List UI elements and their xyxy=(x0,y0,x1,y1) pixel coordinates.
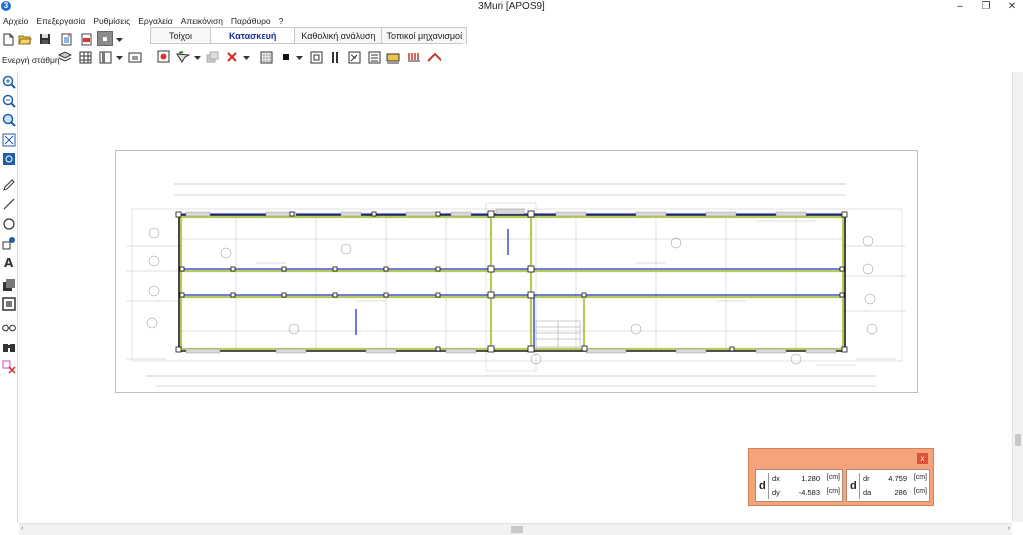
svg-text:A: A xyxy=(4,256,14,269)
edit-shape-icon[interactable] xyxy=(347,50,361,64)
pencil-tool-icon[interactable] xyxy=(2,178,16,192)
node-point-icon[interactable] xyxy=(279,50,293,64)
delete-icon[interactable] xyxy=(225,50,239,64)
tab-structure[interactable]: Κατασκευή xyxy=(210,27,296,44)
horizontal-scrollbar[interactable]: ‹ › xyxy=(19,523,1012,535)
menu-edit[interactable]: Επεξεργασία xyxy=(36,16,85,26)
tab-local-mechanisms[interactable]: Τοπικοί μηχανισμοί xyxy=(381,27,468,44)
copy-disabled-icon[interactable] xyxy=(205,50,219,64)
window-title: 3Muri [APOS9] xyxy=(478,1,545,12)
menu-view[interactable]: Απεικόνιση xyxy=(181,16,223,26)
dropdown-arrow-icon[interactable] xyxy=(114,33,124,47)
horizontal-scroll-thumb[interactable] xyxy=(511,526,523,533)
active-layer-label: Ενεργή στάθμη xyxy=(2,55,60,65)
frame-icon[interactable] xyxy=(309,50,323,64)
pick-dropdown-icon[interactable] xyxy=(192,51,202,65)
tab-walls[interactable]: Τοίχοι xyxy=(150,27,212,44)
node-dropdown-icon[interactable] xyxy=(294,51,304,65)
delta-glyph: d xyxy=(850,480,857,492)
delta-glyph: d xyxy=(759,480,766,492)
tab-divider xyxy=(150,43,463,44)
stair-icon[interactable] xyxy=(367,50,381,64)
remove-selection-icon[interactable] xyxy=(2,360,16,374)
new-file-icon[interactable] xyxy=(1,32,15,46)
restore-button[interactable]: ❐ xyxy=(979,1,993,13)
save-icon[interactable] xyxy=(38,32,52,46)
layer-stack-icon[interactable] xyxy=(2,278,16,292)
dy-value: -4.583 xyxy=(798,488,820,497)
column-element-icon[interactable] xyxy=(328,50,342,64)
layers-icon[interactable] xyxy=(58,50,72,64)
dx-unit: [cm] xyxy=(826,474,840,481)
grid-table-icon[interactable] xyxy=(78,50,92,64)
zoom-extents-icon[interactable] xyxy=(2,133,16,147)
menu-window[interactable]: Παράθυρο xyxy=(231,16,271,26)
menu-settings[interactable]: Ρυθμίσεις xyxy=(93,16,130,26)
foundation-icon[interactable] xyxy=(407,50,421,64)
floor-plan-drawing xyxy=(126,183,906,387)
close-window-button[interactable]: ✕ xyxy=(1005,1,1019,13)
screen-capture-icon[interactable] xyxy=(128,50,142,64)
element-insert-icon[interactable] xyxy=(156,49,170,63)
menu-tools[interactable]: Εργαλεία xyxy=(138,16,173,26)
menu-file[interactable]: Αρχείο xyxy=(3,16,28,26)
new-document-icon[interactable] xyxy=(59,32,73,46)
vertical-scroll-thumb[interactable] xyxy=(1015,434,1021,446)
zoom-out-icon[interactable] xyxy=(2,94,16,108)
text-tool-icon[interactable]: A xyxy=(2,255,16,269)
hatch-grid-icon[interactable] xyxy=(259,50,273,64)
da-value: 286 xyxy=(894,488,907,497)
shape-tool-icon[interactable] xyxy=(2,236,16,250)
dr-unit: [cm] xyxy=(913,474,927,481)
pdf-export-icon[interactable] xyxy=(79,32,93,46)
menu-help[interactable]: ? xyxy=(279,16,284,26)
drawing-sheet xyxy=(115,150,918,393)
scroll-left-arrow-icon[interactable]: ‹ xyxy=(21,525,23,532)
open-folder-icon[interactable] xyxy=(18,32,32,46)
close-panel-button[interactable]: x xyxy=(917,453,928,464)
pan-icon[interactable] xyxy=(2,152,16,166)
dx-label: dx xyxy=(772,474,780,483)
frame-view-icon[interactable] xyxy=(2,297,16,311)
glasses-view-icon[interactable] xyxy=(2,320,16,334)
left-toolbar: A xyxy=(0,72,18,522)
columns-dropdown-icon[interactable] xyxy=(114,51,124,65)
dx-value: 1.280 xyxy=(801,474,820,483)
menu-bar: Αρχείο Επεξεργασία Ρυθμίσεις Εργαλεία Απ… xyxy=(0,14,1023,27)
tab-global-analysis[interactable]: Καθολική ανάλυση xyxy=(294,27,383,44)
minimize-button[interactable]: – xyxy=(953,1,967,13)
dy-unit: [cm] xyxy=(826,488,840,495)
scroll-right-arrow-icon[interactable]: › xyxy=(1008,525,1010,532)
delete-dropdown-icon[interactable] xyxy=(241,51,251,65)
dy-label: dy xyxy=(772,488,780,497)
roof-icon[interactable] xyxy=(427,50,441,64)
pick-tool-icon[interactable] xyxy=(176,50,190,64)
line-tool-icon[interactable] xyxy=(2,197,16,211)
coordinate-panel: x d dx 1.280 [cm] dy -4.583 [cm] d dr 4.… xyxy=(748,448,934,506)
delta-xy-box: d dx 1.280 [cm] dy -4.583 [cm] xyxy=(755,469,843,502)
binoculars-icon[interactable] xyxy=(2,340,16,354)
dr-value: 4.759 xyxy=(888,474,907,483)
zoom-window-icon[interactable] xyxy=(2,113,16,127)
slab-icon[interactable] xyxy=(386,50,400,64)
tab-bar: Τοίχοι Κατασκευή Καθολική ανάλυση Τοπικο… xyxy=(150,27,468,44)
zoom-in-icon[interactable] xyxy=(2,75,16,89)
delta-polar-box: d dr 4.759 [cm] da 286 [cm] xyxy=(846,469,930,502)
da-unit: [cm] xyxy=(913,488,927,495)
title-bar: 3 3Muri [APOS9] – ❐ ✕ xyxy=(0,0,1023,14)
columns-icon[interactable] xyxy=(98,50,112,64)
vertical-scrollbar[interactable] xyxy=(1012,72,1023,522)
circle-tool-icon[interactable] xyxy=(2,217,16,231)
color-picker-icon[interactable] xyxy=(97,31,113,46)
